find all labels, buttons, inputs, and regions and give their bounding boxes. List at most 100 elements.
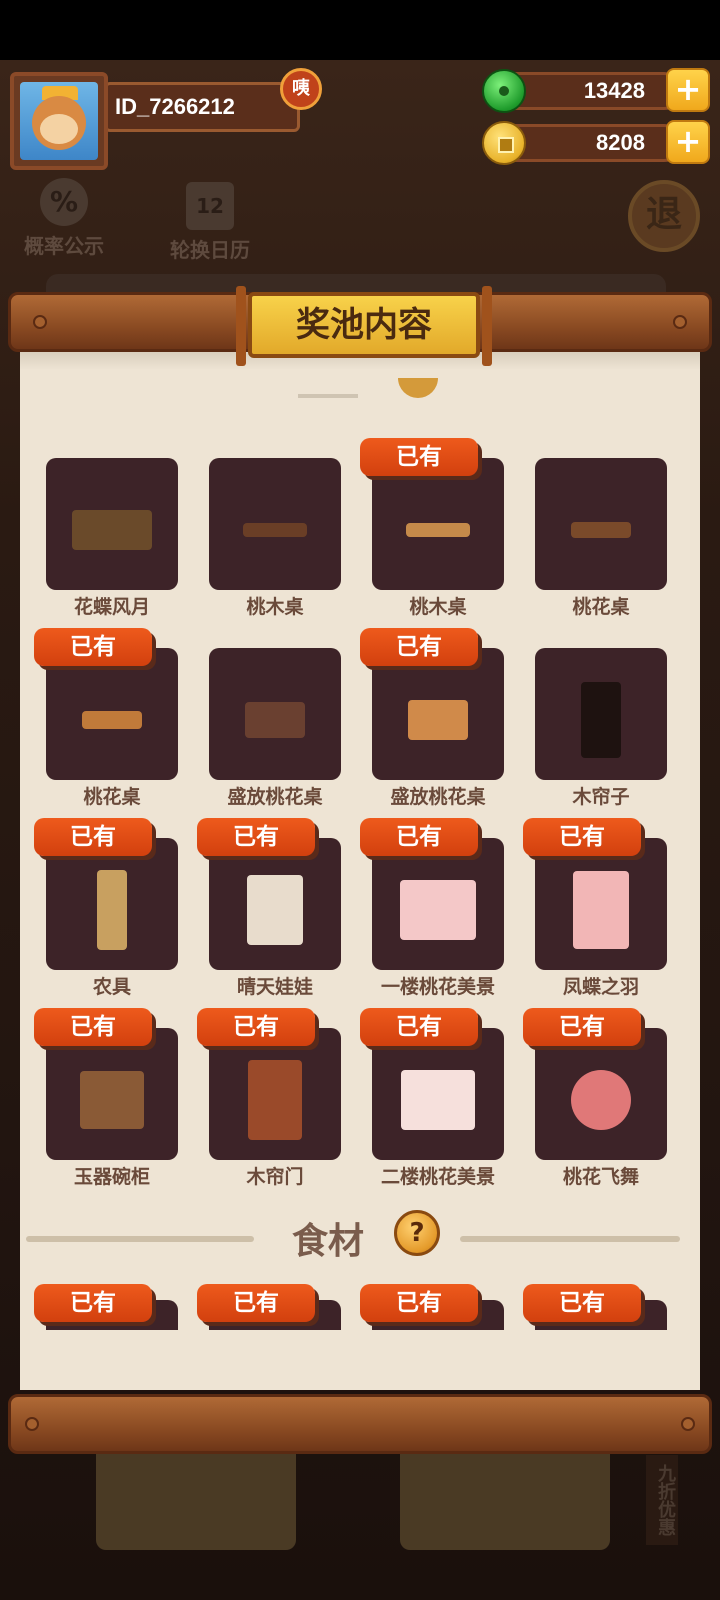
prize-item[interactable]: 已有木帘门: [197, 1008, 341, 1188]
prize-item-name: 桃木桌: [409, 596, 467, 618]
prize-item-name: 盛放桃花桌: [227, 786, 323, 808]
status-bar-area: [0, 0, 720, 60]
prize-item[interactable]: 已有晴天娃娃: [197, 818, 341, 998]
prize-item[interactable]: 已有二楼桃花美景: [360, 1008, 504, 1188]
prize-card: [209, 458, 341, 590]
furniture-icon: [581, 682, 621, 758]
furniture-icon: [243, 523, 307, 537]
prize-card: [535, 1028, 667, 1160]
prize-item[interactable]: 花蝶风月: [46, 458, 178, 618]
prize-item[interactable]: 已有 一楼桃花美景: [360, 818, 504, 998]
owned-badge: 已有: [34, 1008, 152, 1046]
prize-item-name: 玉器碗柜: [73, 1166, 150, 1188]
prize-item[interactable]: 已有 桃花飞舞: [523, 1008, 667, 1188]
prize-card: [46, 838, 178, 970]
prize-card: [46, 458, 178, 590]
percent-icon: %: [40, 178, 88, 226]
prize-item-name: 凤蝶之羽: [562, 976, 639, 998]
prize-item[interactable]: 已有桃木桌: [360, 438, 504, 618]
prize-item[interactable]: 已有农具: [34, 818, 178, 998]
owned-badge: 已有: [197, 1008, 315, 1046]
owned-badge: 已有: [34, 1284, 152, 1322]
owned-badge: 已有: [360, 438, 478, 476]
probability-button[interactable]: % 概率公示: [16, 178, 112, 259]
furniture-icon: [573, 871, 629, 949]
scroll-bottom-rod: [8, 1394, 712, 1454]
prize-item[interactable]: 桃木桌: [209, 458, 341, 618]
monkey-avatar-icon: [20, 82, 98, 160]
exit-button[interactable]: 退: [628, 180, 700, 252]
modal-title: 奖池内容: [236, 286, 492, 366]
prize-card: [372, 458, 504, 590]
food-section-title: 食材: [292, 1221, 365, 1262]
furniture-icon: [571, 522, 631, 538]
prize-card: [372, 648, 504, 780]
furniture-icon: [82, 711, 142, 729]
furniture-icon: [408, 700, 468, 740]
discount-label: 九折优惠: [646, 1455, 678, 1545]
furniture-icon: [72, 510, 152, 550]
furniture-icon: [400, 880, 476, 940]
furniture-icon: [571, 1070, 631, 1130]
divider-right: [460, 1236, 680, 1242]
calendar-label: 轮换日历: [170, 238, 250, 262]
owned-badge: 已有: [197, 1284, 315, 1322]
prize-card: [535, 458, 667, 590]
draw-once-button[interactable]: [96, 1440, 296, 1550]
help-icon[interactable]: ?: [394, 1210, 440, 1256]
furniture-icon: [97, 870, 127, 950]
probability-label: 概率公示: [24, 234, 104, 258]
status-badge: 咦: [280, 68, 322, 110]
previous-section-header: [298, 378, 438, 406]
draw-ten-button[interactable]: [400, 1440, 610, 1550]
prize-item[interactable]: 已有桃花桌: [34, 628, 178, 808]
calendar-icon: 12: [186, 182, 234, 230]
furniture-icon: [247, 875, 303, 945]
furniture-icon: [80, 1071, 144, 1129]
prize-card: [46, 1028, 178, 1160]
prize-item-name: 桃木桌: [246, 596, 304, 618]
prize-card: [46, 648, 178, 780]
prize-item-name: 二楼桃花美景: [380, 1166, 495, 1188]
prize-card: [535, 838, 667, 970]
owned-badge: 已有: [523, 818, 641, 856]
calendar-button[interactable]: 12 轮换日历: [162, 182, 258, 263]
prize-card: [209, 648, 341, 780]
prize-item-name: 桃花桌: [83, 786, 141, 808]
prize-item-name: 木帘子: [572, 786, 630, 808]
coin-icon: [482, 121, 526, 165]
jade-icon: [482, 69, 526, 113]
prize-item-name: 农具: [92, 976, 131, 998]
prize-card: [535, 648, 667, 780]
furniture-icon: [406, 523, 470, 537]
prize-item[interactable]: 桃花桌: [535, 458, 667, 618]
prize-item-name: 盛放桃花桌: [390, 786, 486, 808]
prize-item[interactable]: 已有凤蝶之羽: [523, 818, 667, 998]
add-coin-button[interactable]: +: [666, 120, 710, 164]
owned-badge: 已有: [360, 1284, 478, 1322]
prize-item[interactable]: 已有玉器碗柜: [34, 1008, 178, 1188]
prize-item-name: 花蝶风月: [73, 596, 150, 618]
prize-item-name: 一楼桃花美景: [380, 976, 495, 998]
owned-badge: 已有: [34, 628, 152, 666]
divider-left: [26, 1236, 254, 1242]
avatar[interactable]: [10, 72, 108, 170]
user-id: ID_7266212: [104, 82, 300, 132]
owned-badge: 已有: [360, 628, 478, 666]
prize-item-name: 晴天娃娃: [236, 976, 313, 998]
owned-badge: 已有: [34, 818, 152, 856]
furniture-icon: [245, 702, 305, 738]
prize-card: [372, 838, 504, 970]
prize-item[interactable]: 木帘子: [535, 648, 667, 808]
owned-badge: 已有: [360, 1008, 478, 1046]
prize-item[interactable]: 已有盛放桃花桌: [360, 628, 504, 808]
furniture-icon: [248, 1060, 302, 1140]
furniture-icon: [401, 1070, 475, 1130]
prize-item-name: 木帘门: [246, 1166, 304, 1188]
prize-item[interactable]: 盛放桃花桌: [209, 648, 341, 808]
add-jade-button[interactable]: +: [666, 68, 710, 112]
prize-card: [372, 1028, 504, 1160]
prize-card: [209, 1028, 341, 1160]
prize-item-name: 桃花桌: [572, 596, 630, 618]
owned-badge: 已有: [197, 818, 315, 856]
